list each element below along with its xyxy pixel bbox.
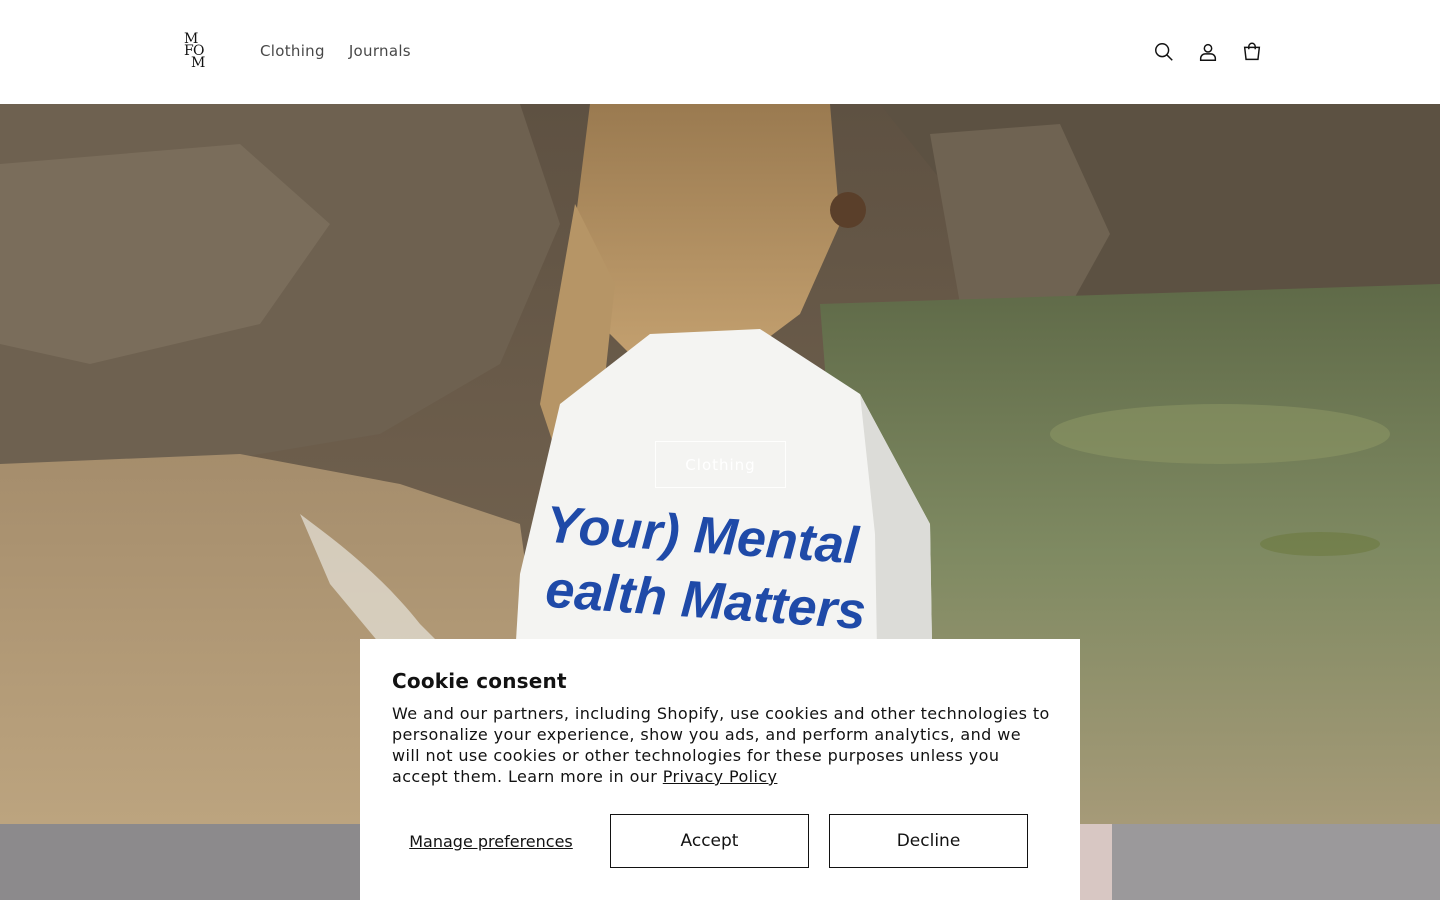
logo-letter: M bbox=[191, 55, 206, 71]
store-logo[interactable]: M F O M bbox=[178, 30, 212, 74]
accept-button[interactable]: Accept bbox=[610, 814, 809, 868]
cart-button[interactable] bbox=[1230, 30, 1274, 74]
manage-preferences-link[interactable]: Manage preferences bbox=[392, 832, 590, 851]
cookie-title: Cookie consent bbox=[392, 669, 567, 693]
nav-item-clothing[interactable]: Clothing bbox=[248, 38, 337, 64]
nav-item-journals[interactable]: Journals bbox=[337, 38, 423, 64]
cookie-description: We and our partners, including Shopify, … bbox=[392, 703, 1052, 787]
main-nav: Clothing Journals bbox=[248, 38, 423, 64]
decline-button[interactable]: Decline bbox=[829, 814, 1028, 868]
search-button[interactable] bbox=[1142, 30, 1186, 74]
hero-clothing-button[interactable]: Clothing bbox=[655, 441, 786, 488]
search-icon bbox=[1155, 43, 1173, 61]
cookie-consent-banner: Cookie consent We and our partners, incl… bbox=[360, 639, 1080, 900]
account-icon bbox=[1199, 43, 1217, 61]
account-button[interactable] bbox=[1186, 30, 1230, 74]
cookie-actions: Manage preferences Accept Decline bbox=[392, 814, 1048, 868]
cart-icon bbox=[1243, 42, 1261, 61]
privacy-policy-link[interactable]: Privacy Policy bbox=[663, 767, 778, 786]
site-header: M F O M Clothing Journals bbox=[0, 0, 1440, 104]
header-icons bbox=[1142, 30, 1274, 74]
